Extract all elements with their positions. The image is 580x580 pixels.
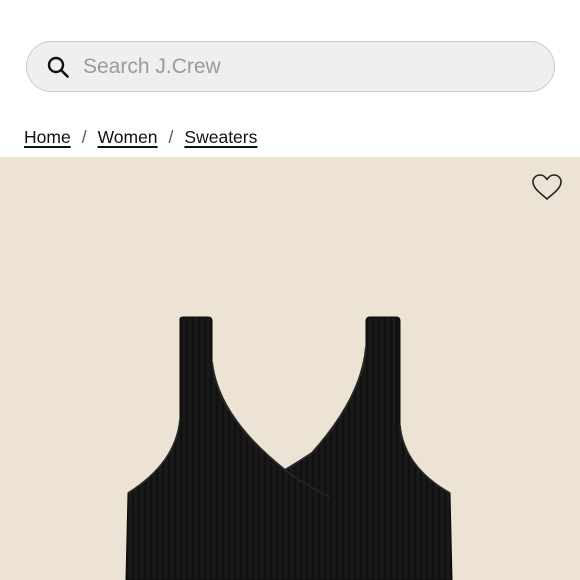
search-bar[interactable]: [26, 41, 555, 92]
breadcrumb-separator: /: [81, 126, 87, 147]
search-icon[interactable]: [47, 56, 69, 78]
sweater-tank-image: [125, 316, 453, 580]
heart-icon[interactable]: [531, 173, 563, 201]
product-page: Home / Women / Sweaters: [0, 0, 580, 580]
breadcrumb-sweaters-link[interactable]: Sweaters: [184, 127, 257, 148]
search-input[interactable]: [83, 50, 523, 84]
breadcrumb: Home / Women / Sweaters: [24, 125, 257, 149]
breadcrumb-home-link[interactable]: Home: [24, 127, 71, 148]
breadcrumb-women-link[interactable]: Women: [98, 127, 158, 148]
product-image[interactable]: [0, 157, 580, 580]
breadcrumb-separator: /: [168, 126, 174, 147]
